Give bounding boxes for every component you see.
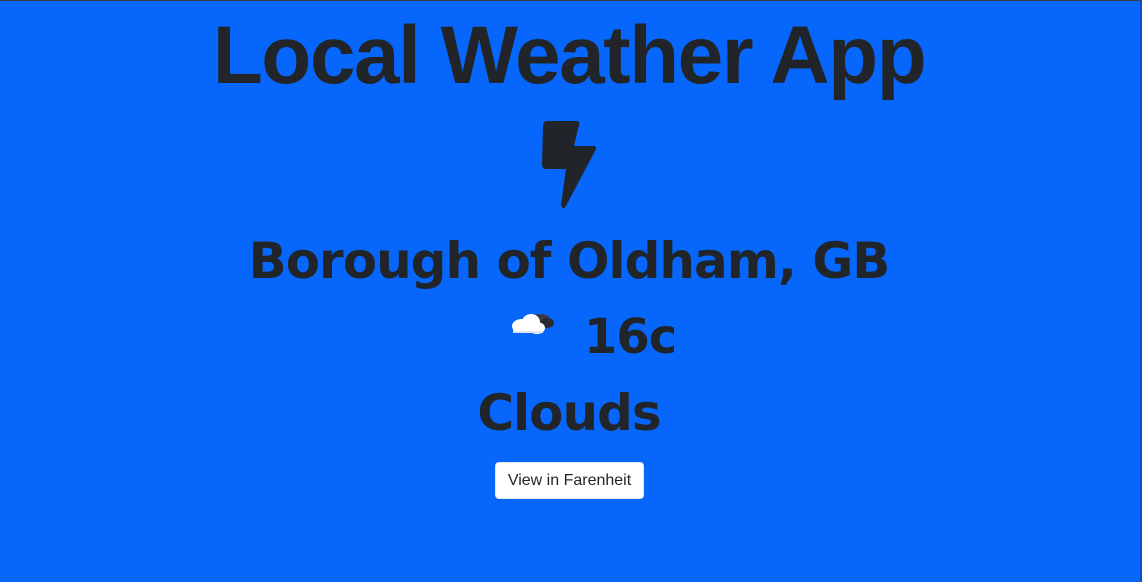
toggle-unit-button[interactable]: View in Farenheit bbox=[495, 462, 644, 499]
temperature-value: 16c bbox=[584, 309, 677, 365]
cloud-icon bbox=[512, 314, 554, 334]
weather-conditions: Clouds bbox=[477, 384, 661, 442]
location-heading: Borough of Oldham, GB bbox=[248, 232, 891, 290]
page-title: Local Weather App bbox=[212, 10, 927, 101]
lightning-bolt-icon bbox=[542, 121, 597, 209]
window-top-border bbox=[0, 0, 1142, 1]
